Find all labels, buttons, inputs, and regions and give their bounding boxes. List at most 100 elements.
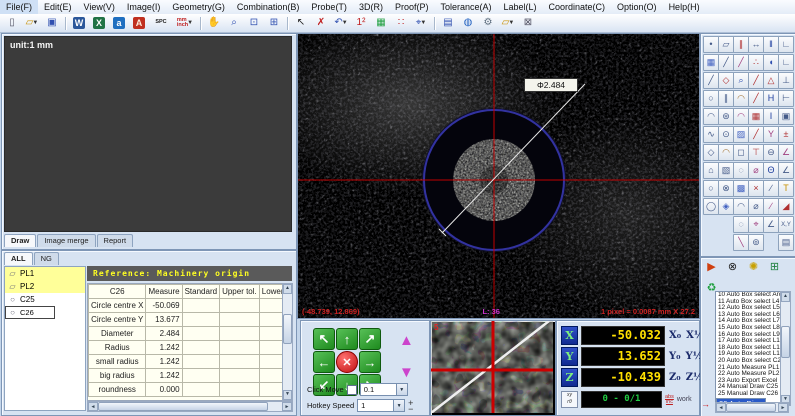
tool-distance[interactable]: ↔ [748, 36, 764, 53]
tool-hatch-lines[interactable]: ∥ [718, 90, 734, 107]
delete-icon[interactable]: ✗ [312, 15, 330, 32]
speed-minus-button[interactable]: − [408, 406, 413, 412]
tool-polygon-5[interactable]: ⌂ [703, 162, 719, 179]
menu-item-coordinate[interactable]: Coordinate(C) [543, 0, 612, 14]
menu-item-label[interactable]: Label(L) [497, 0, 542, 14]
program-step[interactable]: 25 Manual Draw C26 [716, 391, 788, 398]
number-label-icon[interactable]: 1² [352, 15, 370, 32]
tool-diamond-pattern[interactable]: ◈ [718, 198, 734, 215]
tool-line[interactable]: ╱ [703, 72, 719, 89]
zoom-icon[interactable]: ⌕ [225, 15, 243, 32]
spc-icon[interactable]: SPC [150, 15, 172, 32]
steps-hscrollbar[interactable]: ◄ ► [715, 402, 789, 413]
crosshair-icon[interactable]: ⌖▼ [412, 15, 430, 32]
grid-icon[interactable]: ▦ [372, 15, 390, 32]
menu-item-proof[interactable]: Proof(P) [389, 0, 435, 14]
menu-item-edit[interactable]: Edit(E) [38, 0, 78, 14]
unit-toggle-icon[interactable]: mm inch▼ [174, 15, 196, 32]
tool-point-set[interactable]: ∴ [748, 54, 764, 71]
tool-angle[interactable]: ∠ [778, 144, 794, 161]
tool-ellipse[interactable]: ○ [703, 180, 719, 197]
polar-toggle-button[interactable]: xy rθ [561, 391, 578, 408]
zoom-region-icon[interactable]: ⊡ [245, 15, 263, 32]
hotkey-speed-select[interactable]: 1▼ [357, 399, 405, 412]
tool-beam[interactable]: ‖ [763, 36, 779, 53]
chevron-down-icon[interactable]: ▼ [342, 20, 348, 26]
tool-slope-2[interactable]: ∕ [763, 198, 779, 215]
tool-curve[interactable]: ∿ [703, 126, 719, 143]
open-file-icon[interactable]: ▱▼ [23, 15, 41, 32]
tool-theta[interactable]: Θ [763, 162, 779, 179]
tool-select-rect[interactable]: ◻ [733, 144, 749, 161]
tool-tee[interactable]: ⊤ [748, 144, 764, 161]
tool-region-select[interactable]: ▨ [733, 126, 749, 143]
chevron-down-icon[interactable]: ▼ [32, 20, 38, 26]
tab-ng[interactable]: NG [34, 252, 59, 265]
tool-label-frame[interactable]: ▤ [778, 234, 794, 251]
click-move-select[interactable]: 0.1▼ [360, 383, 408, 396]
z-down-button[interactable]: ▼ [399, 365, 414, 380]
tool-circle-gear[interactable]: ⊛ [718, 108, 734, 125]
menu-item-image[interactable]: Image(I) [121, 0, 167, 14]
jog-left-button[interactable]: ← [313, 351, 335, 373]
chevron-down-icon[interactable]: ▼ [393, 400, 404, 411]
feature-item-pl1[interactable]: ▱PL1 [5, 267, 85, 280]
export-pdf-icon[interactable]: A [130, 15, 148, 32]
menu-item-option[interactable]: Option(O) [611, 0, 663, 14]
tool-branch[interactable]: Y [763, 126, 779, 143]
zoom-window-icon[interactable]: ⊞ [265, 15, 283, 32]
close-view-icon[interactable]: ⊠ [519, 15, 537, 32]
menu-item-tolerance[interactable]: Tolerance(A) [434, 0, 497, 14]
draw-canvas[interactable]: unit:1 mm [4, 36, 292, 232]
tool-plane[interactable]: ▱ [718, 36, 734, 53]
tool-radius[interactable]: ◠ [718, 144, 734, 161]
tool-circle-points[interactable]: ⊙ [718, 126, 734, 143]
tool-hatch-region[interactable]: ▧ [718, 162, 734, 179]
tool-oval[interactable]: ◯ [703, 198, 719, 215]
tool-line-measure[interactable]: ╱ [748, 126, 764, 143]
run-program-icon[interactable]: ▶ [705, 260, 718, 273]
tool-fill-triangle[interactable]: ◢ [778, 198, 794, 215]
new-step-icon[interactable]: ✺ [747, 260, 760, 273]
table-hscrollbar[interactable]: ◄ ► [87, 401, 293, 412]
tool-select-ellipse[interactable]: ◌ [733, 216, 749, 233]
steps-vscrollbar[interactable]: ▲ ▼ [780, 291, 791, 406]
tool-diameter-line[interactable]: ⌀ [748, 162, 764, 179]
chevron-down-icon[interactable]: ▼ [508, 20, 514, 26]
jog-up-right-button[interactable]: ↗ [359, 328, 381, 350]
click-move-checkbox[interactable] [347, 385, 357, 395]
tool-line-free[interactable]: ╱ [733, 54, 749, 71]
tool-intersect[interactable]: × [748, 180, 764, 197]
undo-icon[interactable]: ↶▼ [332, 15, 350, 32]
feature-item-c26[interactable]: ○C26 [5, 306, 55, 319]
tool-select-line[interactable]: ╲ [733, 234, 749, 251]
select-cursor-icon[interactable]: ↖ [292, 15, 310, 32]
export-cad-icon[interactable]: a [110, 15, 128, 32]
chevron-down-icon[interactable]: ▼ [187, 20, 193, 26]
tool-circle[interactable]: ○ [703, 90, 719, 107]
menu-item-combination[interactable]: Combination(B) [231, 0, 306, 14]
tool-diamond[interactable]: ◇ [718, 72, 734, 89]
video-panel[interactable]: Φ2.484 (-48.739, 12.869) L: 36 1 pixel =… [297, 33, 700, 319]
tool-arc[interactable]: ◠ [703, 108, 719, 125]
axis-zero-button-y[interactable]: Y₀ [668, 351, 682, 362]
z-up-button[interactable]: ▲ [399, 333, 414, 348]
menu-item-probe[interactable]: Probe(T) [305, 0, 353, 14]
tool-triangle[interactable]: △ [763, 72, 779, 89]
menu-item-geometry[interactable]: Geometry(G) [166, 0, 231, 14]
menu-item-file[interactable]: File(F) [0, 0, 38, 14]
tool-select-circle[interactable]: ◌ [733, 162, 749, 179]
save-icon[interactable]: ▣ [43, 15, 61, 32]
tool-point[interactable]: • [703, 36, 719, 53]
tool-dot-matrix[interactable]: ▦ [748, 108, 764, 125]
jog-right-button[interactable]: → [359, 351, 381, 373]
tool-angle-3[interactable]: ∠ [763, 216, 779, 233]
stop-program-icon[interactable]: ⊗ [726, 260, 739, 273]
chevron-down-icon[interactable]: ▼ [420, 20, 426, 26]
menu-item-3d[interactable]: 3D(R) [353, 0, 389, 14]
tab-report[interactable]: Report [97, 234, 134, 247]
tool-height[interactable]: H [763, 90, 779, 107]
tool-tolerance[interactable]: ± [778, 126, 794, 143]
tab-draw[interactable]: Draw [4, 234, 36, 247]
jog-up-left-button[interactable]: ↖ [313, 328, 335, 350]
